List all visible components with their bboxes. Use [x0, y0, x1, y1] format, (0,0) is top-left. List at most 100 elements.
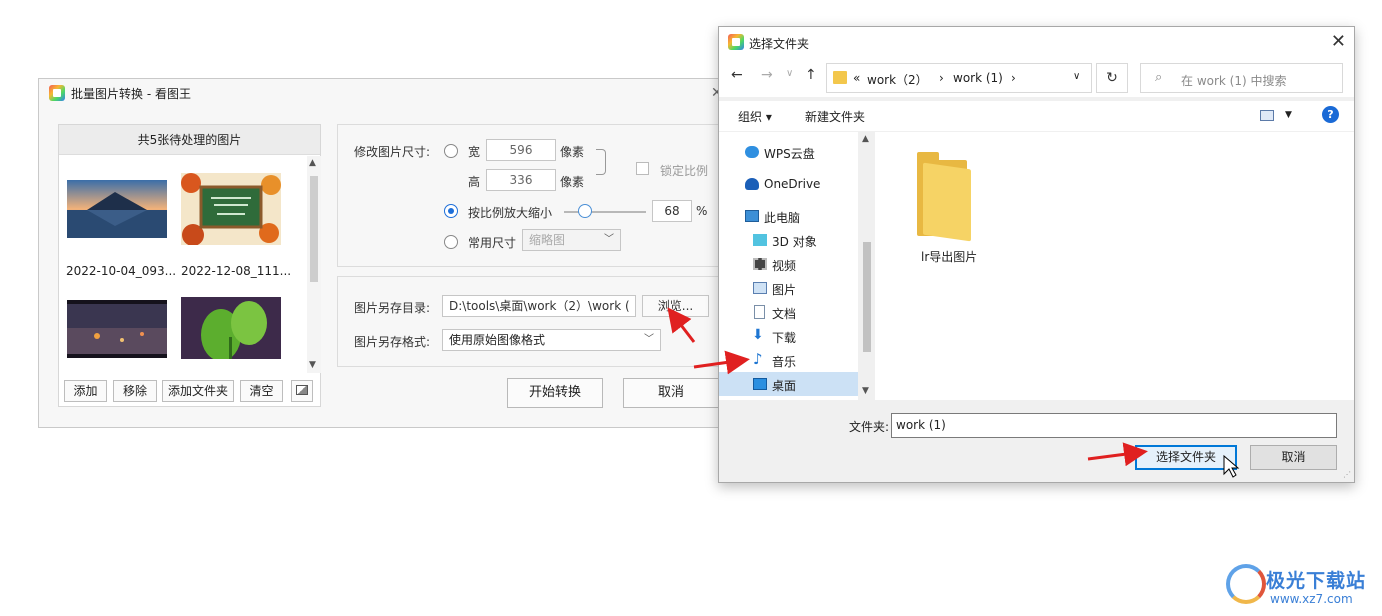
- app-logo-icon: [49, 85, 65, 101]
- dialog-cancel-button[interactable]: 取消: [1250, 445, 1337, 470]
- scale-slider-handle[interactable]: [578, 204, 592, 218]
- breadcrumb-separator: ›: [939, 71, 944, 85]
- view-mode-chevron-icon[interactable]: ▼: [1285, 110, 1292, 120]
- watermark-title: 极光下载站: [1266, 570, 1367, 592]
- save-format-label: 图片另存格式:: [354, 335, 431, 349]
- chevron-down-icon[interactable]: ∨: [1073, 71, 1080, 82]
- clear-button[interactable]: 清空: [240, 380, 283, 402]
- preset-select-value: 缩略图: [529, 233, 566, 247]
- browse-button[interactable]: 浏览...: [642, 295, 709, 317]
- folder-content-area: lr导出图片: [876, 132, 1354, 400]
- forward-arrow-icon[interactable]: →: [761, 67, 773, 83]
- thumbnail-mountain-lake[interactable]: [67, 180, 167, 238]
- thumbnail-night-city[interactable]: [67, 300, 167, 358]
- app-logo-icon: [728, 34, 744, 50]
- nav-item-documents[interactable]: 文档: [719, 300, 858, 324]
- cloud-icon: [745, 146, 759, 158]
- window-title: 批量图片转换 - 看图王: [71, 87, 191, 101]
- scroll-up-icon[interactable]: ▲: [862, 134, 869, 144]
- address-bar[interactable]: « work（2） › work (1) › ∨: [826, 63, 1092, 93]
- add-button[interactable]: 添加: [64, 380, 107, 402]
- nav-item-label: 音乐: [772, 355, 797, 369]
- breadcrumb-work-2[interactable]: work（2）: [867, 71, 928, 88]
- width-label: 宽: [468, 145, 481, 159]
- navigation-scrollbar[interactable]: ▲ ▼: [858, 132, 875, 400]
- view-mode-icon[interactable]: [1260, 110, 1274, 121]
- remove-button[interactable]: 移除: [113, 380, 157, 402]
- output-group: 图片另存目录: D:\tools\桌面\work（2）\work ( 浏览...…: [337, 276, 729, 367]
- height-label: 高: [468, 175, 481, 189]
- width-unit: 像素: [560, 145, 585, 159]
- nav-item-label: 此电脑: [764, 211, 801, 225]
- preset-label: 常用尺寸: [468, 236, 517, 250]
- add-folder-button[interactable]: 添加文件夹: [162, 380, 234, 402]
- nav-item-this-pc[interactable]: 此电脑: [719, 204, 858, 228]
- thumbnail-autumn-board[interactable]: [181, 173, 281, 245]
- image-list-scrollbar[interactable]: ▲ ▼: [307, 156, 321, 373]
- onedrive-icon: [745, 178, 759, 190]
- nav-item-3d-objects[interactable]: 3D 对象: [719, 228, 858, 252]
- start-convert-button[interactable]: 开始转换: [507, 378, 603, 408]
- folder-field-label: 文件夹:: [849, 420, 890, 434]
- folder-item-label[interactable]: lr导出图片: [921, 248, 977, 265]
- desktop-icon: [753, 378, 767, 390]
- folder-icon: [833, 71, 847, 84]
- height-input[interactable]: 336: [486, 169, 556, 191]
- image-icon: [296, 385, 308, 395]
- thumbnail-green-leaf[interactable]: [181, 297, 281, 359]
- folder-name-input[interactable]: work (1): [891, 413, 1337, 438]
- nav-item-videos[interactable]: 视频: [719, 252, 858, 276]
- refresh-icon[interactable]: ↻: [1096, 63, 1128, 93]
- folder-icon[interactable]: [917, 152, 971, 242]
- scale-slider[interactable]: [564, 211, 646, 213]
- nav-item-label: OneDrive: [764, 177, 821, 191]
- up-arrow-icon[interactable]: ↑: [805, 67, 817, 83]
- resize-scale-radio[interactable]: [444, 204, 458, 218]
- scroll-down-icon[interactable]: ▼: [862, 386, 869, 396]
- thumbnail-caption: 2022-12-08_111...: [181, 264, 292, 278]
- resize-fixed-radio[interactable]: [444, 144, 458, 158]
- scroll-down-icon[interactable]: ▼: [309, 360, 316, 370]
- select-folder-dialog: 选择文件夹 ✕ ← → ∨ ↑ « work（2） › work (1) › ∨…: [718, 26, 1355, 483]
- width-input[interactable]: 596: [486, 139, 556, 161]
- link-chain-icon[interactable]: [596, 149, 606, 175]
- search-icon: ⌕: [1155, 70, 1163, 85]
- organize-menu[interactable]: 组织 ▾: [738, 108, 772, 125]
- address-overflow[interactable]: «: [853, 71, 860, 85]
- navigation-pane: WPS云盘 OneDrive 此电脑 3D 对象 视频 图片 文档 ⬇ 下载 ♪…: [719, 132, 876, 400]
- help-icon[interactable]: ?: [1322, 106, 1339, 123]
- nav-item-label: 桌面: [772, 379, 797, 393]
- nav-item-label: WPS云盘: [764, 147, 815, 161]
- dialog-title: 选择文件夹: [749, 37, 810, 51]
- music-icon: ♪: [753, 350, 763, 368]
- cancel-button[interactable]: 取消: [623, 378, 719, 408]
- chevron-down-icon: ﹀: [604, 234, 614, 245]
- batch-convert-window: 批量图片转换 - 看图王 ✕ 共5张待处理的图片 2022-10-04_093.…: [38, 78, 729, 428]
- nav-item-pictures[interactable]: 图片: [719, 276, 858, 300]
- new-folder-button[interactable]: 新建文件夹: [805, 108, 865, 125]
- save-dir-input[interactable]: D:\tools\桌面\work（2）\work (: [442, 295, 636, 317]
- resize-grip-icon[interactable]: ⋰: [1343, 470, 1351, 479]
- thumbnail-caption: 2022-10-04_093...: [66, 264, 177, 278]
- scrollbar-thumb[interactable]: [863, 242, 871, 352]
- nav-item-downloads[interactable]: ⬇ 下载: [719, 324, 858, 348]
- lock-ratio-checkbox[interactable]: [636, 162, 649, 175]
- scroll-up-icon[interactable]: ▲: [309, 158, 316, 168]
- preset-select[interactable]: 缩略图 ﹀: [522, 229, 621, 251]
- history-chevron-icon[interactable]: ∨: [786, 68, 793, 79]
- scale-input[interactable]: 68: [652, 200, 692, 222]
- search-box[interactable]: ⌕ 在 work (1) 中搜索: [1140, 63, 1343, 93]
- resize-preset-radio[interactable]: [444, 235, 458, 249]
- select-folder-button[interactable]: 选择文件夹: [1135, 445, 1237, 470]
- nav-item-wps-cloud[interactable]: WPS云盘: [719, 140, 858, 164]
- nav-item-desktop[interactable]: 桌面: [719, 372, 858, 396]
- scrollbar-thumb[interactable]: [310, 176, 318, 282]
- save-format-select[interactable]: 使用原始图像格式 ﹀: [442, 329, 661, 351]
- nav-item-label: 下载: [772, 331, 797, 345]
- back-arrow-icon[interactable]: ←: [731, 67, 743, 83]
- nav-item-music[interactable]: ♪ 音乐: [719, 348, 858, 372]
- nav-item-onedrive[interactable]: OneDrive: [719, 172, 858, 196]
- close-icon[interactable]: ✕: [1331, 31, 1346, 52]
- view-toggle-button[interactable]: [291, 380, 313, 402]
- breadcrumb-work-1[interactable]: work (1): [953, 71, 1003, 85]
